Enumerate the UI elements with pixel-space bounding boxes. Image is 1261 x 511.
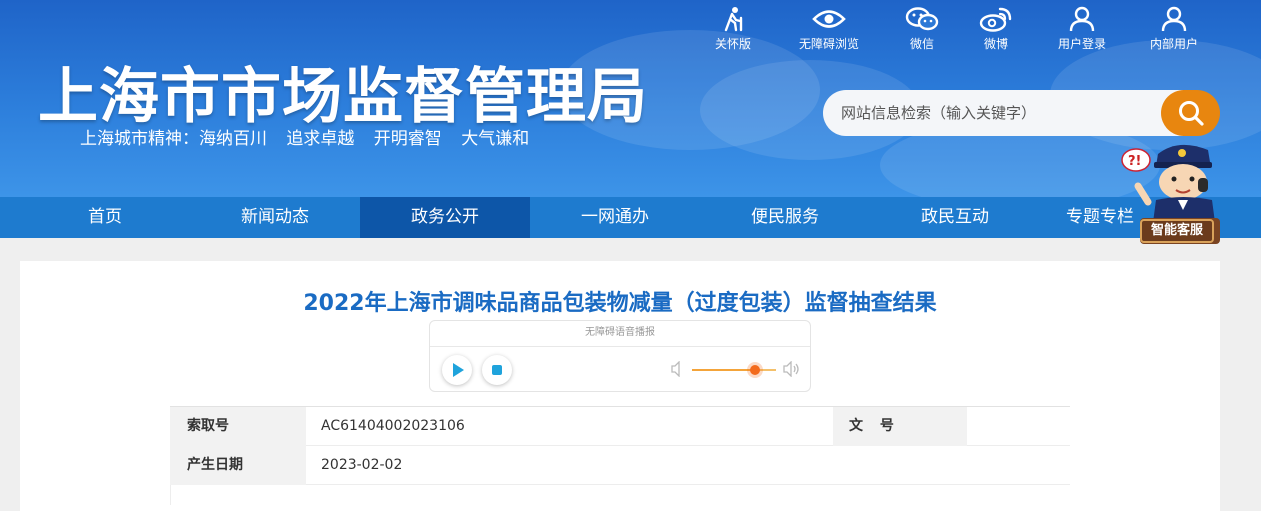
search-button[interactable] [1161, 90, 1220, 136]
toolbar-internal-user-label: 内部用户 [1149, 37, 1198, 51]
main-nav: 首页 新闻动态 政务公开 一网通办 便民服务 政民互动 专题专栏 [0, 197, 1261, 238]
elderly-care-icon [724, 7, 743, 32]
toolbar-accessibility[interactable]: 无障碍浏览 [789, 4, 869, 52]
meta-index-label: 索取号 [170, 407, 306, 446]
toolbar-user-login-label: 用户登录 [1057, 37, 1106, 51]
header-toolbar: 关怀版 无障碍浏览 微信 微博 用户登录 内部用户 [700, 4, 1215, 52]
site-title[interactable]: 上海市市场监督管理局 [38, 48, 648, 135]
toolbar-weibo[interactable]: 微博 [956, 4, 1036, 52]
volume-slider-fill [692, 369, 755, 371]
toolbar-user-login[interactable]: 用户登录 [1042, 4, 1122, 52]
document-meta-table: 索取号 AC61404002023106 文 号 产生日期 2023-02-02 [170, 406, 1070, 505]
nav-item-home[interactable]: 首页 [20, 197, 190, 238]
meta-row-index: 索取号 AC61404002023106 文 号 [170, 407, 1070, 446]
player-title: 无障碍语音播报 [430, 321, 810, 347]
play-button[interactable] [442, 355, 472, 385]
article-title: 2022年上海市调味品商品包装物减量（过度包装）监督抽查结果 [303, 291, 937, 316]
toolbar-elderly-care-label: 关怀版 [714, 37, 751, 51]
nav-item-news[interactable]: 新闻动态 [190, 197, 360, 238]
eye-icon [812, 10, 846, 28]
nav-item-interaction[interactable]: 政民互动 [870, 197, 1040, 238]
search-input[interactable] [823, 90, 1183, 136]
nav-item-government-affairs[interactable]: 政务公开 [360, 197, 530, 238]
stop-button[interactable] [482, 355, 512, 385]
city-motto: 上海城市精神：海纳百川 追求卓越 开明睿智 大气谦和 [80, 129, 530, 149]
toolbar-wechat-label: 微信 [909, 37, 934, 51]
user-icon [1069, 6, 1095, 32]
volume-slider-thumb[interactable] [750, 365, 760, 375]
meta-date-label: 产生日期 [170, 446, 306, 485]
meta-row-placeholder [170, 485, 306, 505]
weibo-icon [979, 7, 1012, 32]
site-search [823, 90, 1220, 136]
meta-doc-no-label: 文 号 [833, 407, 967, 446]
svg-text:?!: ?! [1128, 154, 1141, 169]
toolbar-wechat[interactable]: 微信 [882, 4, 962, 52]
meta-index-value: AC61404002023106 [321, 418, 465, 434]
nav-item-public-services[interactable]: 便民服务 [700, 197, 870, 238]
volume-high-icon[interactable] [782, 361, 800, 377]
wechat-icon [905, 7, 939, 31]
volume-slider[interactable] [692, 365, 776, 375]
volume-low-icon[interactable] [670, 361, 684, 377]
smart-assistant-button[interactable]: 智能客服 [1140, 219, 1214, 243]
toolbar-weibo-label: 微博 [983, 37, 1008, 51]
nav-item-online-services[interactable]: 一网通办 [530, 197, 700, 238]
user-icon [1161, 6, 1187, 32]
toolbar-elderly-care[interactable]: 关怀版 [693, 4, 773, 52]
meta-row-date: 产生日期 2023-02-02 [170, 446, 1070, 485]
toolbar-internal-user[interactable]: 内部用户 [1134, 4, 1214, 52]
search-icon [1179, 101, 1204, 126]
site-header: 上海市市场监督管理局 上海城市精神：海纳百川 追求卓越 开明睿智 大气谦和 关怀… [0, 0, 1261, 197]
voice-broadcast-player: 无障碍语音播报 [429, 320, 811, 392]
article-panel: 2022年上海市调味品商品包装物减量（过度包装）监督抽查结果 无障碍语音播报 索… [20, 261, 1220, 511]
toolbar-accessibility-label: 无障碍浏览 [798, 37, 859, 51]
meta-date-value: 2023-02-02 [321, 457, 403, 473]
